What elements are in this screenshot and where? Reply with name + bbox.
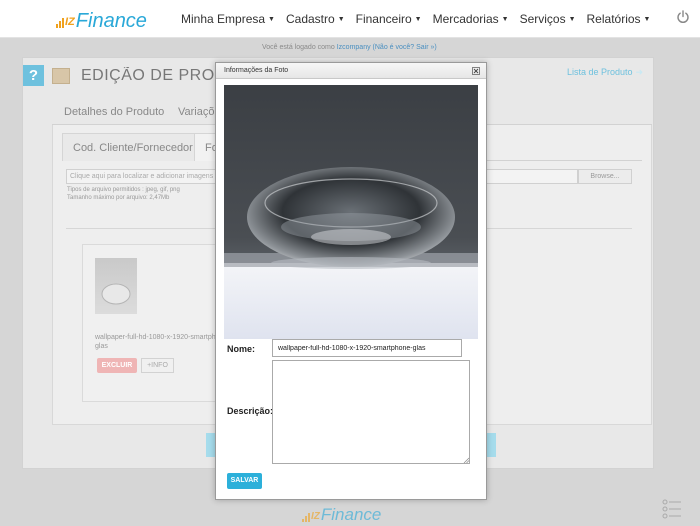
photo-description-textarea[interactable] [272,360,470,464]
footer-logo-prefix: IZ [311,511,320,522]
help-icon[interactable]: ? [23,65,44,86]
logo-bars-icon [56,16,64,28]
hint-file-types: Tipos de arquivo permitidos : jpeg, gif,… [67,187,180,193]
main-menu: Minha Empresa ▼ Cadastro ▼ Financeiro ▼ Mer… [181,12,661,26]
product-list-link[interactable]: Lista de Produto ➜ [567,67,643,78]
save-button[interactable]: SALVAR [227,473,262,489]
logo-bars-icon [302,512,310,522]
photo-thumbnail[interactable] [95,258,137,314]
name-label: Nome: [227,344,256,354]
menu-label: Mercadorias [432,12,499,26]
tab-detalhes-produto[interactable]: Detalhes do Produto [52,99,176,125]
menu-financeiro[interactable]: Financeiro ▼ [356,12,422,26]
menu-label: Cadastro [285,12,335,26]
delete-photo-button[interactable]: EXCLUIR [97,358,137,373]
photo-preview [224,85,478,339]
photo-name-input[interactable] [272,339,462,357]
logo-prefix: IZ [65,16,75,28]
caret-down-icon: ▼ [568,16,576,24]
footer-logo-name: Finance [320,505,382,524]
caret-down-icon: ▼ [414,16,422,24]
menu-servicos[interactable]: Serviços ▼ [520,12,576,26]
modal-header: Informações da Foto [216,63,486,79]
menu-label: Serviços [519,12,566,26]
thumbnail-filename-line: glas [95,343,108,350]
power-icon[interactable] [676,10,690,24]
thumbnail-image [101,283,131,305]
menu-cadastro[interactable]: Cadastro ▼ [286,12,345,26]
menu-minha-empresa[interactable]: Minha Empresa ▼ [181,12,275,26]
page-title: EDIÇÃO DE PRODUTO [81,67,217,84]
photo-info-button[interactable]: +INFO [141,358,174,373]
thumbnail-filename-line: wallpaper-full-hd-1080-x-1920-smartphone… [95,334,217,341]
login-prefix: Você está logado como [262,44,335,51]
list-view-icon[interactable] [662,498,682,520]
description-label: Descrição: [227,406,274,416]
browse-button[interactable]: Browse... [578,169,632,184]
menu-label: Minha Empresa [181,12,266,26]
login-user-link[interactable]: Izcompany [337,44,371,51]
modal-title: Informações da Foto [224,67,289,74]
close-icon[interactable] [472,67,480,75]
resize-grip-icon[interactable] [463,457,469,463]
izfinance-logo[interactable]: IZ Finance [56,6,147,32]
footer-logo: IZ Finance [302,503,381,525]
logo-name: Finance [75,10,147,32]
list-link-label: Lista de Produto [567,67,633,77]
menu-relatorios[interactable]: Relatórios ▼ [587,12,651,26]
login-info: Você está logado como Izcompany (Não é v… [262,44,437,51]
arrow-right-icon: ➜ [635,67,644,77]
upload-hint: Tipos de arquivo permitidos : jpeg, gif,… [67,186,180,202]
caret-down-icon: ▼ [643,16,651,24]
top-navbar: IZ Finance Minha Empresa ▼ Cadastro ▼ Fina… [0,0,700,38]
caret-down-icon: ▼ [501,16,509,24]
logout-link[interactable]: (Não é você? Sair ») [373,44,437,51]
menu-mercadorias[interactable]: Mercadorias ▼ [433,12,509,26]
caret-down-icon: ▼ [268,16,275,24]
hint-max-size: Tamanho máximo por arquivo: 2,47Mb [67,195,170,201]
photo-info-modal: Informações da Foto Nome: wallpaper-full… [215,62,487,500]
caret-down-icon: ▼ [337,16,345,24]
cancel-product-button[interactable] [486,433,496,457]
menu-label: Relatórios [586,12,641,26]
menu-label: Financeiro [355,12,412,26]
thumbnail-filename: wallpaper-full-hd-1080-x-1920-smartphone… [95,333,217,351]
tab-cod-cliente-fornecedor[interactable]: Cod. Cliente/Fornecedor [62,133,204,161]
product-box-icon [52,68,70,84]
